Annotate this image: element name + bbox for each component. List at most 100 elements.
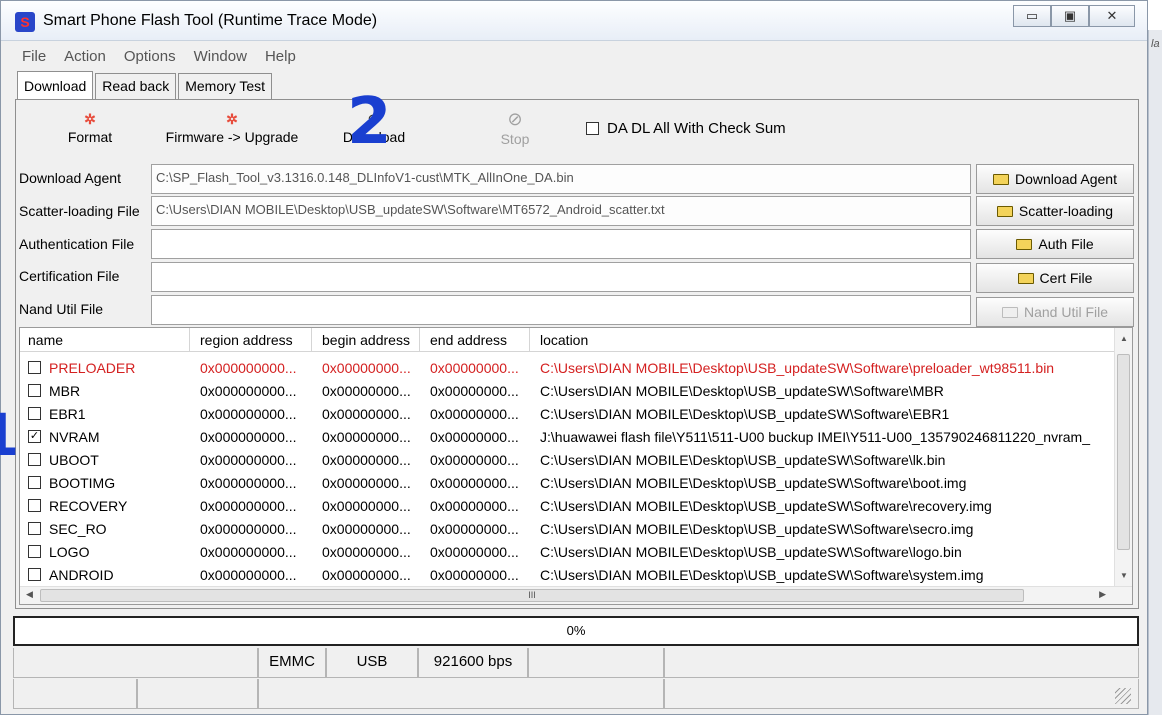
table-row[interactable]: ANDROID 0x000000000... 0x00000000... 0x0000… — [20, 563, 1115, 586]
table-header: name region address begin address end ad… — [20, 328, 1115, 352]
partition-checkbox[interactable] — [28, 522, 41, 535]
table-row[interactable]: EBR1 0x000000000... 0x00000000... 0x0000000… — [20, 402, 1115, 425]
partition-name-cell: EBR1 — [20, 406, 190, 422]
column-header-location[interactable]: location — [530, 328, 1115, 351]
table-row[interactable]: RECOVERY 0x000000000... 0x00000000... 0x000… — [20, 494, 1115, 517]
partition-checkbox[interactable] — [28, 384, 41, 397]
column-header-begin-address[interactable]: begin address — [312, 328, 420, 351]
status-bar-secondary — [13, 679, 1139, 709]
horizontal-scroll-thumb[interactable]: III — [40, 589, 1024, 602]
table-row[interactable]: UBOOT 0x000000000... 0x00000000... 0x000000… — [20, 448, 1115, 471]
auth-file-button[interactable]: Auth File — [976, 229, 1134, 259]
partition-checkbox[interactable] — [28, 361, 41, 374]
status-baud-rate: 921600 bps — [418, 648, 528, 678]
table-row[interactable]: SEC_RO 0x000000000... 0x00000000... 0x00000… — [20, 517, 1115, 540]
status-segment-empty — [13, 679, 137, 709]
partition-checkbox[interactable] — [28, 476, 41, 489]
partition-checkbox[interactable] — [28, 499, 41, 512]
menu-file[interactable]: File — [13, 45, 55, 69]
tab-read-back[interactable]: Read back — [95, 73, 177, 99]
region-address-cell: 0x000000000... — [200, 428, 297, 445]
horizontal-scrollbar[interactable]: ◀ III ▶ — [20, 586, 1132, 604]
partition-checkbox[interactable] — [28, 568, 41, 581]
region-address-cell: 0x000000000... — [200, 359, 297, 376]
partition-table: name region address begin address end ad… — [19, 327, 1133, 605]
end-address-cell: 0x00000000... — [430, 543, 519, 560]
begin-address-cell: 0x00000000... — [322, 497, 411, 514]
certification-file-field[interactable] — [151, 262, 971, 292]
menu-help[interactable]: Help — [256, 45, 305, 69]
partition-name: LOGO — [49, 543, 90, 560]
scroll-left-arrow-icon[interactable]: ◀ — [26, 589, 33, 600]
download-agent-field[interactable]: C:\SP_Flash_Tool_v3.1316.0.148_DLInfoV1-… — [151, 164, 971, 194]
region-address-cell: 0x000000000... — [200, 497, 297, 514]
download-agent-button[interactable]: Download Agent — [976, 164, 1134, 194]
firmware-upgrade-button[interactable]: ✲ Firmware -> Upgrade — [161, 111, 303, 145]
table-row[interactable]: ✓ NVRAM 0x000000000... 0x00000000... 0x00000… — [20, 425, 1115, 448]
da-dl-checksum-checkbox[interactable] — [586, 122, 599, 135]
partition-checkbox[interactable]: ✓ — [28, 430, 41, 443]
location-cell: C:\Users\DIAN MOBILE\Desktop\USB_updateS… — [540, 405, 950, 422]
partition-checkbox[interactable] — [28, 407, 41, 420]
authentication-file-field[interactable] — [151, 229, 971, 259]
table-row[interactable]: MBR 0x000000000... 0x00000000... 0x00000000… — [20, 379, 1115, 402]
location-cell: C:\Users\DIAN MOBILE\Desktop\USB_updateS… — [540, 359, 1055, 376]
resize-grip-icon[interactable] — [1115, 688, 1131, 704]
partition-name: SEC_RO — [49, 520, 107, 537]
scatter-loading-button[interactable]: Scatter-loading — [976, 196, 1134, 226]
cert-file-button[interactable]: Cert File — [976, 263, 1134, 293]
table-row[interactable]: PRELOADER 0x000000000... 0x00000000... 0x00… — [20, 356, 1115, 379]
nand-util-file-button[interactable]: Nand Util File — [976, 297, 1134, 327]
app-logo-icon: S — [15, 12, 35, 32]
table-row[interactable]: BOOTIMG 0x000000000... 0x00000000... 0x0000… — [20, 471, 1115, 494]
stop-icon: ⊘ — [507, 109, 523, 129]
region-address-cell: 0x000000000... — [200, 543, 297, 560]
location-cell: C:\Users\DIAN MOBILE\Desktop\USB_updateS… — [540, 543, 962, 560]
nand-util-file-field[interactable] — [151, 295, 971, 325]
status-segment-empty — [528, 648, 664, 678]
begin-address-cell: 0x00000000... — [322, 451, 411, 468]
vertical-scrollbar[interactable]: ▲ ▼ — [1114, 328, 1132, 586]
region-address-cell: 0x000000000... — [200, 520, 297, 537]
tab-memory-test[interactable]: Memory Test — [178, 73, 273, 99]
annotation-one: 1 — [0, 405, 19, 465]
scroll-down-arrow-icon[interactable]: ▼ — [1115, 571, 1132, 580]
menu-options[interactable]: Options — [115, 45, 185, 69]
begin-address-cell: 0x00000000... — [322, 359, 411, 376]
menu-window[interactable]: Window — [185, 45, 256, 69]
menu-bar: File Action Options Window Help — [13, 45, 1137, 69]
stop-button[interactable]: ⊘ Stop — [493, 109, 537, 147]
format-button[interactable]: ✲ Format — [65, 111, 115, 145]
column-header-name[interactable]: name — [20, 328, 190, 351]
column-header-end-address[interactable]: end address — [420, 328, 530, 351]
partition-checkbox[interactable] — [28, 545, 41, 558]
partition-checkbox[interactable] — [28, 453, 41, 466]
end-address-cell: 0x00000000... — [430, 382, 519, 399]
scatter-loading-field[interactable]: C:\Users\DIAN MOBILE\Desktop\USB_updateS… — [151, 196, 971, 226]
begin-address-cell: 0x00000000... — [322, 474, 411, 491]
partition-name-cell: BOOTIMG — [20, 475, 190, 491]
status-storage: EMMC — [258, 648, 326, 678]
format-label: Format — [67, 129, 113, 145]
menu-action[interactable]: Action — [55, 45, 115, 69]
close-button[interactable]: ✕ — [1089, 5, 1135, 27]
region-address-cell: 0x000000000... — [200, 405, 297, 422]
cert-file-button-label: Cert File — [1039, 270, 1093, 286]
location-cell: C:\Users\DIAN MOBILE\Desktop\USB_updateS… — [540, 474, 967, 491]
main-window: S Smart Phone Flash Tool (Runtime Trace … — [0, 0, 1148, 715]
da-dl-checksum-option[interactable]: DA DL All With Check Sum — [586, 120, 786, 137]
scroll-right-arrow-icon[interactable]: ▶ — [1099, 589, 1106, 600]
column-header-region-address[interactable]: region address — [190, 328, 312, 351]
location-cell: C:\Users\DIAN MOBILE\Desktop\USB_updateS… — [540, 566, 984, 583]
scroll-up-arrow-icon[interactable]: ▲ — [1115, 334, 1132, 343]
stop-label: Stop — [500, 131, 530, 147]
end-address-cell: 0x00000000... — [430, 520, 519, 537]
location-cell: C:\Users\DIAN MOBILE\Desktop\USB_updateS… — [540, 497, 992, 514]
table-row[interactable]: LOGO 0x000000000... 0x00000000... 0x0000000… — [20, 540, 1115, 563]
status-segment-empty — [137, 679, 258, 709]
vertical-scroll-thumb[interactable] — [1117, 354, 1130, 550]
partition-name-cell: ANDROID — [20, 567, 190, 583]
tab-download[interactable]: Download — [17, 71, 94, 99]
minimize-button[interactable]: ▭ — [1013, 5, 1051, 27]
maximize-button[interactable]: ▣ — [1051, 5, 1089, 27]
